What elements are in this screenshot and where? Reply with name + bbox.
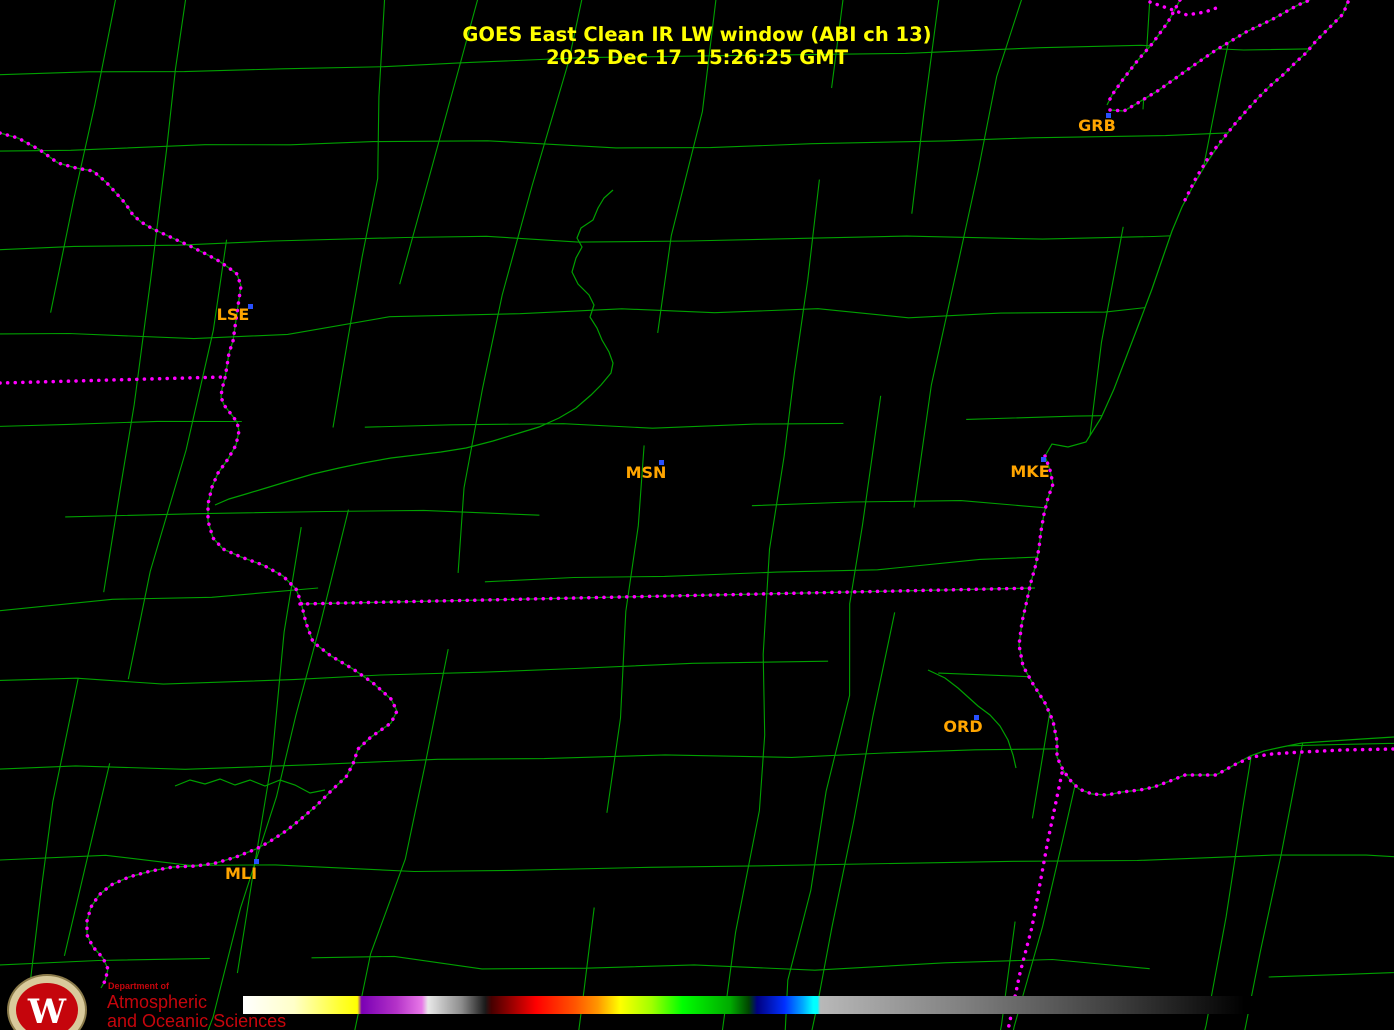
station-label-MLI: MLI [225,864,257,883]
station-label-MKE: MKE [1010,462,1049,481]
title-line-2: 2025 Dec 17 15:26:25 GMT [546,46,849,69]
satellite-map-viewer: GRB LSE MSN MKE ORD MLI GOES East Clean IR LW… [0,0,1394,1030]
logo-department-label: Department of [108,981,170,991]
station-label-ORD: ORD [943,717,982,736]
title-line-1: GOES East Clean IR LW window (ABI ch 13) [462,23,931,46]
logo-atmospheric-label: Atmospheric [107,992,207,1012]
ir-enhancement-colorbar [243,996,1265,1014]
station-label-GRB: GRB [1078,116,1116,135]
map-image: GRB LSE MSN MKE ORD MLI GOES East Clean IR LW… [0,0,1394,1030]
logo-oceanic-label: and Oceanic Sciences [107,1011,286,1030]
crest-letter: W [27,992,67,1030]
station-label-MSN: MSN [626,463,667,482]
station-label-LSE: LSE [217,305,250,324]
